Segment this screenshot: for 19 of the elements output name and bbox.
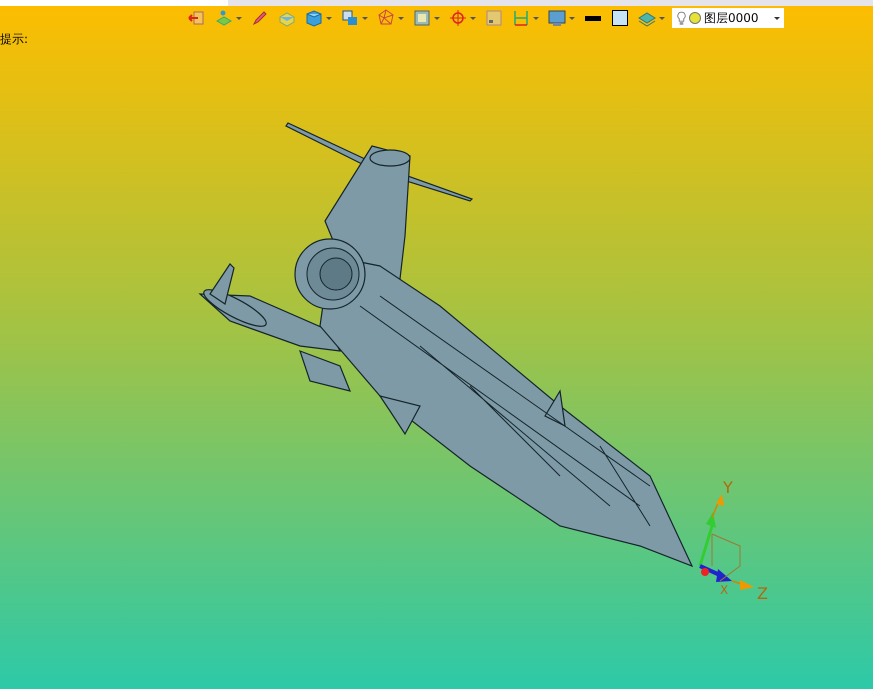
pen-icon[interactable]	[251, 9, 269, 27]
exit-icon[interactable]	[188, 9, 206, 27]
fill-color-icon[interactable]	[611, 9, 629, 27]
axis-label: Y	[723, 478, 733, 497]
frame-icon[interactable]	[413, 9, 431, 27]
wireframe-icon[interactable]	[377, 9, 395, 27]
axis-label: X	[720, 583, 728, 597]
cube-icon[interactable]	[305, 9, 323, 27]
layer-dropdown[interactable]: 图层0000	[672, 8, 784, 28]
crosshair-icon[interactable]	[449, 9, 467, 27]
dimension-icon[interactable]	[512, 9, 530, 27]
box-view-icon[interactable]	[341, 9, 359, 27]
lightbulb-icon	[677, 10, 686, 26]
axis-label: Z	[757, 584, 768, 603]
hint-label: 提示:	[0, 31, 28, 48]
square-icon[interactable]	[485, 9, 503, 27]
monitor-icon[interactable]	[548, 9, 566, 27]
layer-color-icon	[689, 12, 701, 24]
dropdown-caret-icon[interactable]	[774, 16, 780, 20]
